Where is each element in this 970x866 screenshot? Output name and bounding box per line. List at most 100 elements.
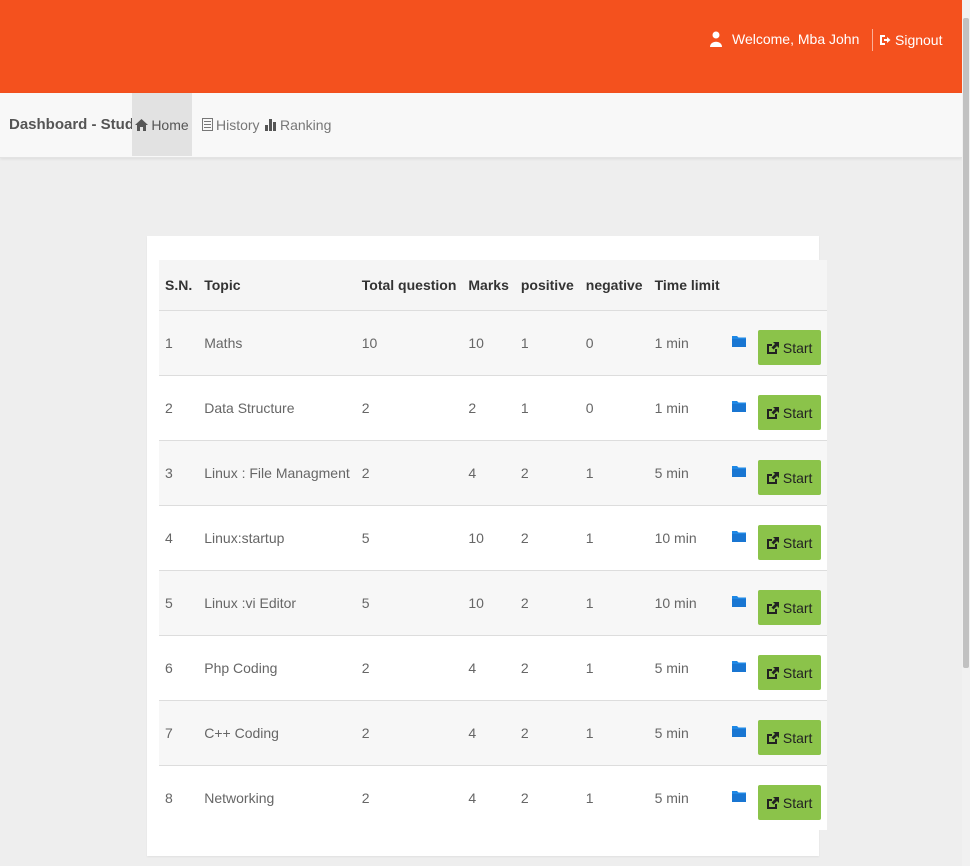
start-button[interactable]: Start (757, 720, 821, 755)
welcome-text: Welcome, Mba John (732, 31, 860, 47)
cell-positive: 2 (520, 659, 529, 676)
scrollbar-thumb[interactable] (963, 18, 969, 668)
nav-item-history[interactable]: History (200, 93, 262, 156)
cell-folder (726, 570, 752, 635)
cell-negative: 1 (585, 464, 594, 481)
table-row: 4 Linux:startup 5 10 2 1 10 min Start (159, 505, 827, 570)
start-button[interactable]: Start (757, 525, 821, 560)
cell-positive: 2 (520, 464, 529, 481)
home-icon (135, 118, 149, 131)
cell-positive: 1 (520, 399, 529, 416)
table-row: 5 Linux :vi Editor 5 10 2 1 10 min Start (159, 570, 827, 635)
cell-action: Start (752, 310, 827, 375)
cell-topic: Linux : File Managment (204, 464, 350, 481)
navbar: Dashboard - Student Home History Ranking (0, 93, 962, 158)
cell-total-question: 2 (361, 464, 370, 481)
bar-chart-icon (265, 118, 276, 131)
cell-sn: 5 (165, 594, 173, 611)
cell-marks: 4 (468, 724, 477, 741)
cell-time-limit: 5 min (654, 724, 689, 741)
cell-time-limit: 5 min (654, 659, 689, 676)
cell-folder (726, 310, 752, 375)
cell-marks: 4 (468, 789, 477, 806)
cell-total-question: 5 (361, 529, 370, 546)
nav-item-label: Home (151, 116, 189, 133)
page-scrollbar[interactable] (962, 0, 970, 866)
folder-icon[interactable] (731, 594, 746, 608)
cell-marks: 4 (468, 659, 477, 676)
table-row: 7 C++ Coding 2 4 2 1 5 min Start (159, 700, 827, 765)
nav-item-ranking[interactable]: Ranking (263, 93, 333, 156)
signout-icon (880, 35, 891, 45)
folder-icon[interactable] (731, 399, 746, 413)
cell-folder (726, 765, 752, 830)
external-link-icon (766, 341, 779, 354)
cell-total-question: 10 (361, 334, 378, 351)
cell-topic: Php Coding (204, 659, 278, 676)
cell-time-limit: 10 min (654, 529, 697, 546)
cell-sn: 4 (165, 529, 173, 546)
external-link-icon (766, 471, 779, 484)
start-button[interactable]: Start (757, 785, 821, 821)
cell-negative: 1 (585, 789, 594, 806)
start-button[interactable]: Start (757, 460, 821, 495)
start-button-label: Start (782, 664, 813, 681)
nav-item-home[interactable]: Home (132, 93, 192, 156)
external-link-icon (766, 796, 779, 809)
folder-icon[interactable] (731, 464, 746, 478)
header-action (752, 260, 827, 310)
cell-topic: Data Structure (204, 399, 295, 416)
folder-icon[interactable] (731, 724, 746, 738)
header-positive: positive (520, 276, 574, 293)
cell-action: Start (752, 375, 827, 440)
cell-total-question: 2 (361, 399, 370, 416)
table-header-row: S.N. Topic Total question Marks positive… (159, 260, 827, 310)
header-total-question: Total question (361, 276, 457, 293)
start-button[interactable]: Start (757, 655, 821, 690)
welcome-user[interactable]: Welcome, Mba John (710, 31, 859, 47)
cell-action: Start (752, 635, 827, 700)
cell-folder (726, 440, 752, 505)
start-button-label: Start (782, 794, 813, 811)
folder-icon[interactable] (731, 659, 746, 673)
start-button[interactable]: Start (757, 395, 821, 430)
external-link-icon (766, 731, 779, 744)
start-button[interactable]: Start (757, 590, 821, 625)
header-negative: negative (585, 276, 643, 293)
start-button-label: Start (782, 404, 813, 421)
cell-action: Start (752, 570, 827, 635)
cell-negative: 1 (585, 594, 594, 611)
cell-action: Start (752, 765, 827, 830)
folder-icon[interactable] (731, 529, 746, 543)
folder-icon[interactable] (731, 789, 746, 803)
user-icon (710, 31, 722, 47)
cell-time-limit: 5 min (654, 464, 689, 481)
cell-topic: C++ Coding (204, 724, 279, 741)
cell-marks: 4 (468, 464, 477, 481)
cell-topic: Linux:startup (204, 529, 285, 546)
cell-action: Start (752, 440, 827, 505)
cell-negative: 1 (585, 529, 594, 546)
start-button-label: Start (782, 599, 813, 616)
cell-sn: 1 (165, 334, 173, 351)
external-link-icon (766, 601, 779, 614)
cell-time-limit: 1 min (654, 334, 689, 351)
cell-sn: 3 (165, 464, 173, 481)
cell-marks: 2 (468, 399, 477, 416)
cell-positive: 2 (520, 594, 529, 611)
quiz-table: S.N. Topic Total question Marks positive… (159, 260, 827, 830)
folder-icon[interactable] (731, 334, 746, 348)
cell-folder (726, 375, 752, 440)
table-row: 2 Data Structure 2 2 1 0 1 min Start (159, 375, 827, 440)
header-marks: Marks (468, 276, 509, 293)
cell-folder (726, 635, 752, 700)
cell-time-limit: 1 min (654, 399, 689, 416)
start-button-label: Start (782, 339, 813, 356)
header-sn: S.N. (165, 276, 193, 293)
signout-link[interactable]: Signout (872, 29, 942, 51)
cell-positive: 2 (520, 529, 529, 546)
start-button[interactable]: Start (757, 330, 821, 365)
external-link-icon (766, 406, 779, 419)
cell-total-question: 2 (361, 789, 370, 806)
cell-topic: Networking (204, 789, 275, 806)
